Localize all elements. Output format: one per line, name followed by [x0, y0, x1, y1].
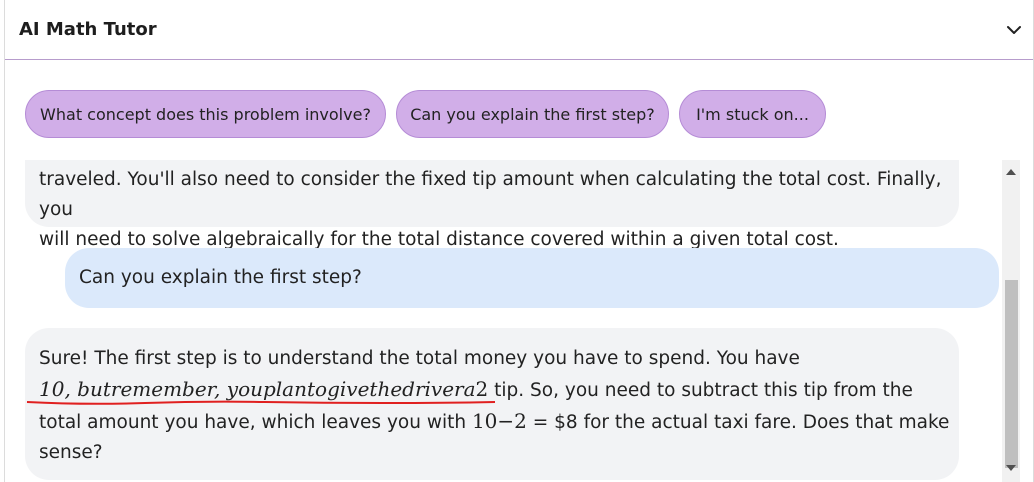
- user-message: Can you explain the first step?: [65, 248, 999, 308]
- message-text: total amount you have, which leaves you …: [39, 412, 472, 433]
- chat-scrollbar[interactable]: [1002, 160, 1020, 482]
- message-text: tip. So, you need to subtract this tip f…: [488, 380, 913, 401]
- chip-concept[interactable]: What concept does this problem involve?: [25, 90, 386, 138]
- math-expression: 10−2: [471, 409, 527, 433]
- message-text: Sure! The first step is to understand th…: [39, 348, 800, 369]
- tutor-panel: AI Math Tutor What concept does this pro…: [4, 0, 1034, 482]
- header: AI Math Tutor: [5, 0, 1033, 60]
- message-text: traveled. You'll also need to consider t…: [39, 169, 942, 220]
- scroll-down-icon[interactable]: [1006, 465, 1016, 471]
- message-text: = $8 for the actual taxi fare. Does that…: [526, 412, 950, 433]
- ai-message: traveled. You'll also need to consider t…: [25, 160, 959, 250]
- message-line: total amount you have, which leaves you …: [39, 406, 959, 438]
- message-text: Can you explain the first step?: [79, 267, 362, 288]
- chevron-down-icon[interactable]: [1005, 21, 1023, 39]
- page-title: AI Math Tutor: [19, 19, 157, 40]
- error-underline: [26, 400, 496, 405]
- chat-scroll-area[interactable]: traveled. You'll also need to consider t…: [5, 160, 1033, 482]
- chip-first-step[interactable]: Can you explain the first step?: [396, 90, 669, 138]
- chip-stuck[interactable]: I'm stuck on...: [679, 90, 826, 138]
- scroll-thumb[interactable]: [1005, 280, 1018, 468]
- scroll-up-icon[interactable]: [1006, 169, 1016, 175]
- message-text: sense?: [39, 442, 103, 463]
